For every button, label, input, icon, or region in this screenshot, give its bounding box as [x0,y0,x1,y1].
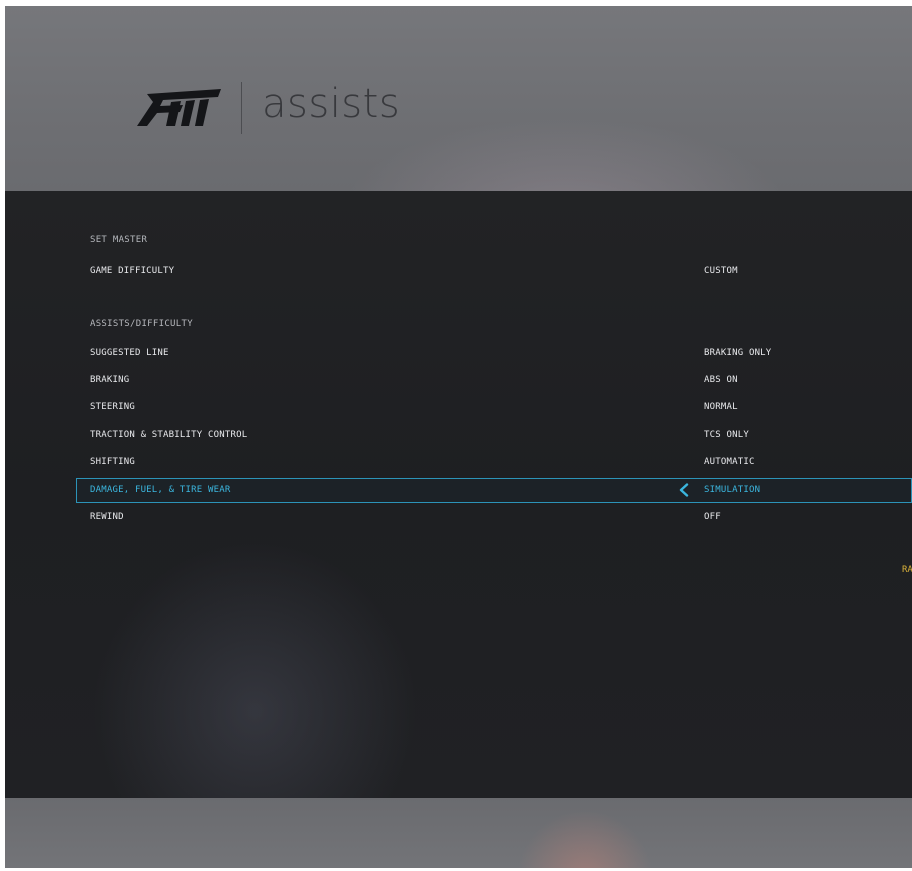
option-label: DAMAGE, FUEL, & TIRE WEAR [90,485,231,495]
option-row-braking[interactable]: BRAKING ABS ON [76,368,912,393]
option-row-shifting[interactable]: SHIFTING AUTOMATIC [76,450,912,475]
option-label: TRACTION & STABILITY CONTROL [90,430,248,440]
section-label-assists-difficulty: ASSISTS/DIFFICULTY [90,319,193,329]
option-label: BRAKING [90,375,130,385]
option-row-suggested-line[interactable]: SUGGESTED LINE BRAKING ONLY [76,341,912,366]
title-divider [241,82,242,134]
option-value: SIMULATION [704,485,761,495]
chevron-left-icon[interactable] [678,483,690,497]
option-row-damage-fuel-tire-wear[interactable]: DAMAGE, FUEL, & TIRE WEAR SIMULATION [76,478,912,503]
option-row-traction-stability-control[interactable]: TRACTION & STABILITY CONTROL TCS ONLY [76,423,912,448]
option-value: ABS ON [704,375,738,385]
option-label: STEERING [90,402,135,412]
page-title: assists [262,81,401,127]
option-label: REWIND [90,512,124,522]
option-value: CUSTOM [704,266,738,276]
option-value: AUTOMATIC [704,457,755,467]
assists-panel: SET MASTER GAME DIFFICULTY CUSTOM ASSIST… [5,191,912,798]
forza-logo-icon [137,89,221,126]
option-row-game-difficulty[interactable]: GAME DIFFICULTY CUSTOM [76,259,912,284]
option-label: GAME DIFFICULTY [90,266,175,276]
header-band: assists [5,6,912,191]
option-value: OFF [704,512,721,522]
section-label-set-master: SET MASTER [90,235,148,245]
option-value: NORMAL [704,402,738,412]
option-label: SUGGESTED LINE [90,348,169,358]
option-row-rewind[interactable]: REWIND OFF [76,505,912,530]
option-label: SHIFTING [90,457,135,467]
option-row-steering[interactable]: STEERING NORMAL [76,395,912,420]
game-screen: assists SET MASTER GAME DIFFICULTY CUSTO… [5,6,912,868]
offscreen-rating-label: RA [902,565,912,575]
option-value: TCS ONLY [704,430,749,440]
footer-band [5,798,912,868]
option-value: BRAKING ONLY [704,348,772,358]
